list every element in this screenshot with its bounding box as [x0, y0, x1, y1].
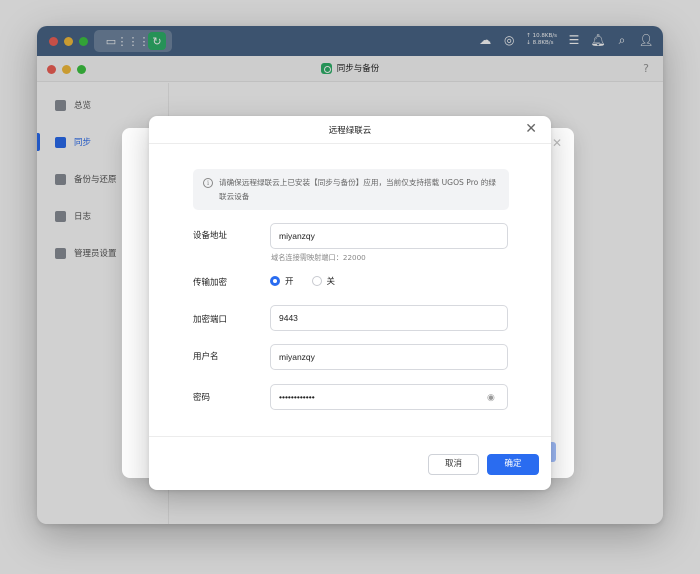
- dialog-header: 远程绿联云 ✕: [149, 116, 551, 144]
- remote-ugreen-dialog: 远程绿联云 ✕ i 请确保远程绿联云上已安装【同步与备份】应用，当前仅支持搭载 …: [149, 116, 551, 490]
- radio-unselected-icon: [311, 276, 322, 286]
- encryption-off-radio[interactable]: 关: [311, 275, 336, 287]
- username-value: miyanzqy: [279, 352, 315, 362]
- encryption-off-label: 关: [326, 277, 336, 287]
- encrypt-port-input[interactable]: 9443: [270, 305, 508, 331]
- background-close-icon[interactable]: ✕: [552, 136, 562, 150]
- encrypt-port-label: 加密端口: [193, 315, 228, 325]
- device-address-input[interactable]: miyanzqy: [270, 223, 508, 249]
- cancel-button[interactable]: 取消: [428, 454, 479, 475]
- radio-selected-icon: [270, 276, 280, 286]
- notice-box: i 请确保远程绿联云上已安装【同步与备份】应用，当前仅支持搭载 UGOS Pro…: [193, 169, 509, 210]
- confirm-button[interactable]: 确定: [487, 454, 539, 475]
- password-label: 密码: [193, 393, 211, 403]
- info-icon: i: [203, 178, 213, 188]
- encryption-on-label: 开: [285, 277, 294, 287]
- dialog-footer-divider: [149, 436, 551, 437]
- device-address-value: miyanzqy: [279, 231, 315, 241]
- close-icon[interactable]: ✕: [525, 121, 537, 137]
- encryption-radio-group: 开 关: [270, 275, 335, 287]
- encryption-on-radio[interactable]: 开: [270, 275, 294, 287]
- notice-text: 请确保远程绿联云上已安装【同步与备份】应用，当前仅支持搭载 UGOS Pro 的…: [219, 178, 496, 201]
- username-label: 用户名: [193, 352, 219, 362]
- eye-icon[interactable]: ◉: [487, 392, 499, 402]
- port-hint: 域名连接需映射端口：22000: [271, 253, 366, 262]
- encryption-label: 传输加密: [193, 278, 228, 288]
- dialog-title: 远程绿联云: [328, 126, 372, 136]
- password-input[interactable]: •••••••••••• ◉: [270, 384, 508, 410]
- password-value: ••••••••••••: [279, 392, 315, 402]
- encrypt-port-value: 9443: [279, 313, 298, 323]
- username-input[interactable]: miyanzqy: [270, 344, 508, 370]
- device-address-label: 设备地址: [193, 231, 228, 241]
